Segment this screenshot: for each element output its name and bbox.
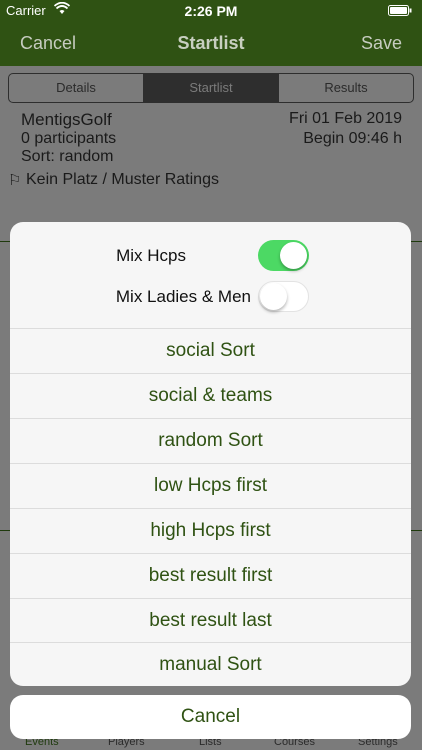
flag-icon: ⚐ — [8, 172, 22, 189]
tab-details[interactable]: Details — [9, 74, 144, 102]
option-low-hcps-first[interactable]: low Hcps first — [10, 464, 411, 508]
page-title: Startlist — [177, 33, 245, 53]
mix-ladies-men-row: Mix Ladies & Men — [10, 277, 411, 317]
status-bar: Carrier 2:26 PM — [0, 0, 422, 22]
option-manual-sort[interactable]: manual Sort — [10, 643, 411, 686]
event-begin: Begin 09:46 h — [303, 130, 402, 147]
tab-results[interactable]: Results — [279, 74, 413, 102]
option-best-result-first[interactable]: best result first — [10, 554, 411, 598]
tab-startlist[interactable]: Startlist — [144, 74, 279, 102]
mix-ladies-men-switch[interactable] — [258, 281, 309, 312]
mix-hcps-label: Mix Hcps — [116, 246, 186, 265]
event-participants: 0 participants — [21, 130, 117, 147]
switch-knob — [280, 242, 307, 269]
mix-ladies-men-label: Mix Ladies & Men — [115, 287, 251, 306]
option-social-sort[interactable]: social Sort — [10, 329, 411, 373]
switch-knob — [260, 283, 287, 310]
event-date: Fri 01 Feb 2019 — [289, 110, 402, 127]
event-course: Kein Platz / Muster Ratings — [26, 171, 219, 188]
sheet-cancel-button[interactable]: Cancel — [10, 695, 411, 739]
mix-hcps-row: Mix Hcps — [10, 236, 411, 276]
clock: 2:26 PM — [184, 3, 238, 19]
option-random-sort[interactable]: random Sort — [10, 419, 411, 463]
navigation-bar: Cancel Startlist Save — [0, 22, 422, 66]
event-sort: Sort: random — [21, 148, 114, 165]
segmented-control: Details Startlist Results — [8, 73, 414, 103]
option-social-teams[interactable]: social & teams — [10, 374, 411, 418]
option-high-hcps-first[interactable]: high Hcps first — [10, 509, 411, 553]
mix-hcps-switch[interactable] — [258, 240, 309, 271]
sort-action-sheet: Mix Hcps Mix Ladies & Men social Sort so… — [10, 222, 411, 686]
option-best-result-last[interactable]: best result last — [10, 599, 411, 643]
battery-icon — [388, 5, 412, 16]
event-name: MentigsGolf — [21, 110, 112, 129]
nav-save-button[interactable]: Save — [361, 33, 402, 54]
